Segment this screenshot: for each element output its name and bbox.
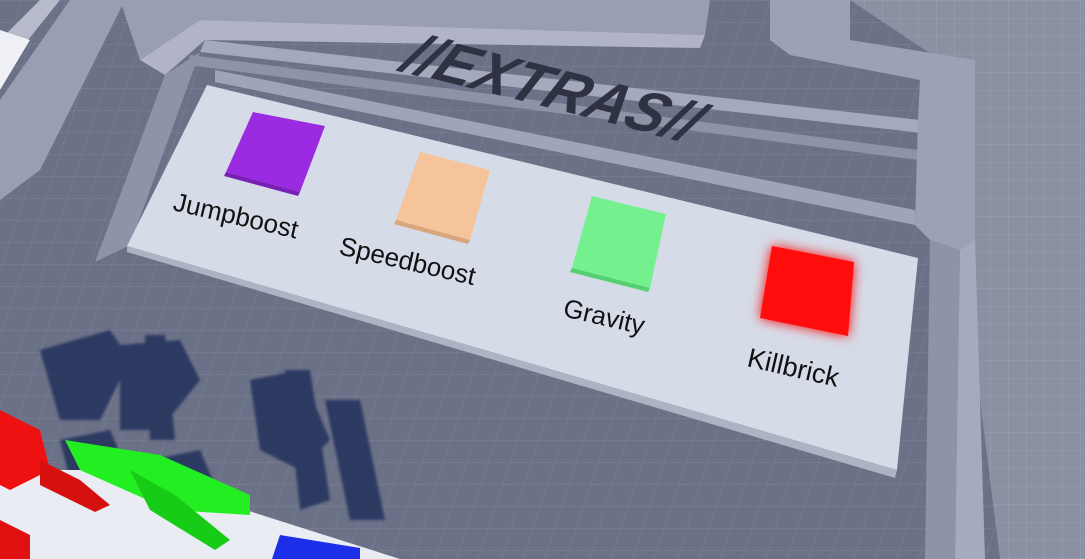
right-pillar-face [925,240,960,559]
world-scene: //EXTRAS// Jumpboost Speedboost Gravity … [0,0,1085,559]
game-viewport: //EXTRAS// Jumpboost Speedboost Gravity … [0,0,1085,559]
